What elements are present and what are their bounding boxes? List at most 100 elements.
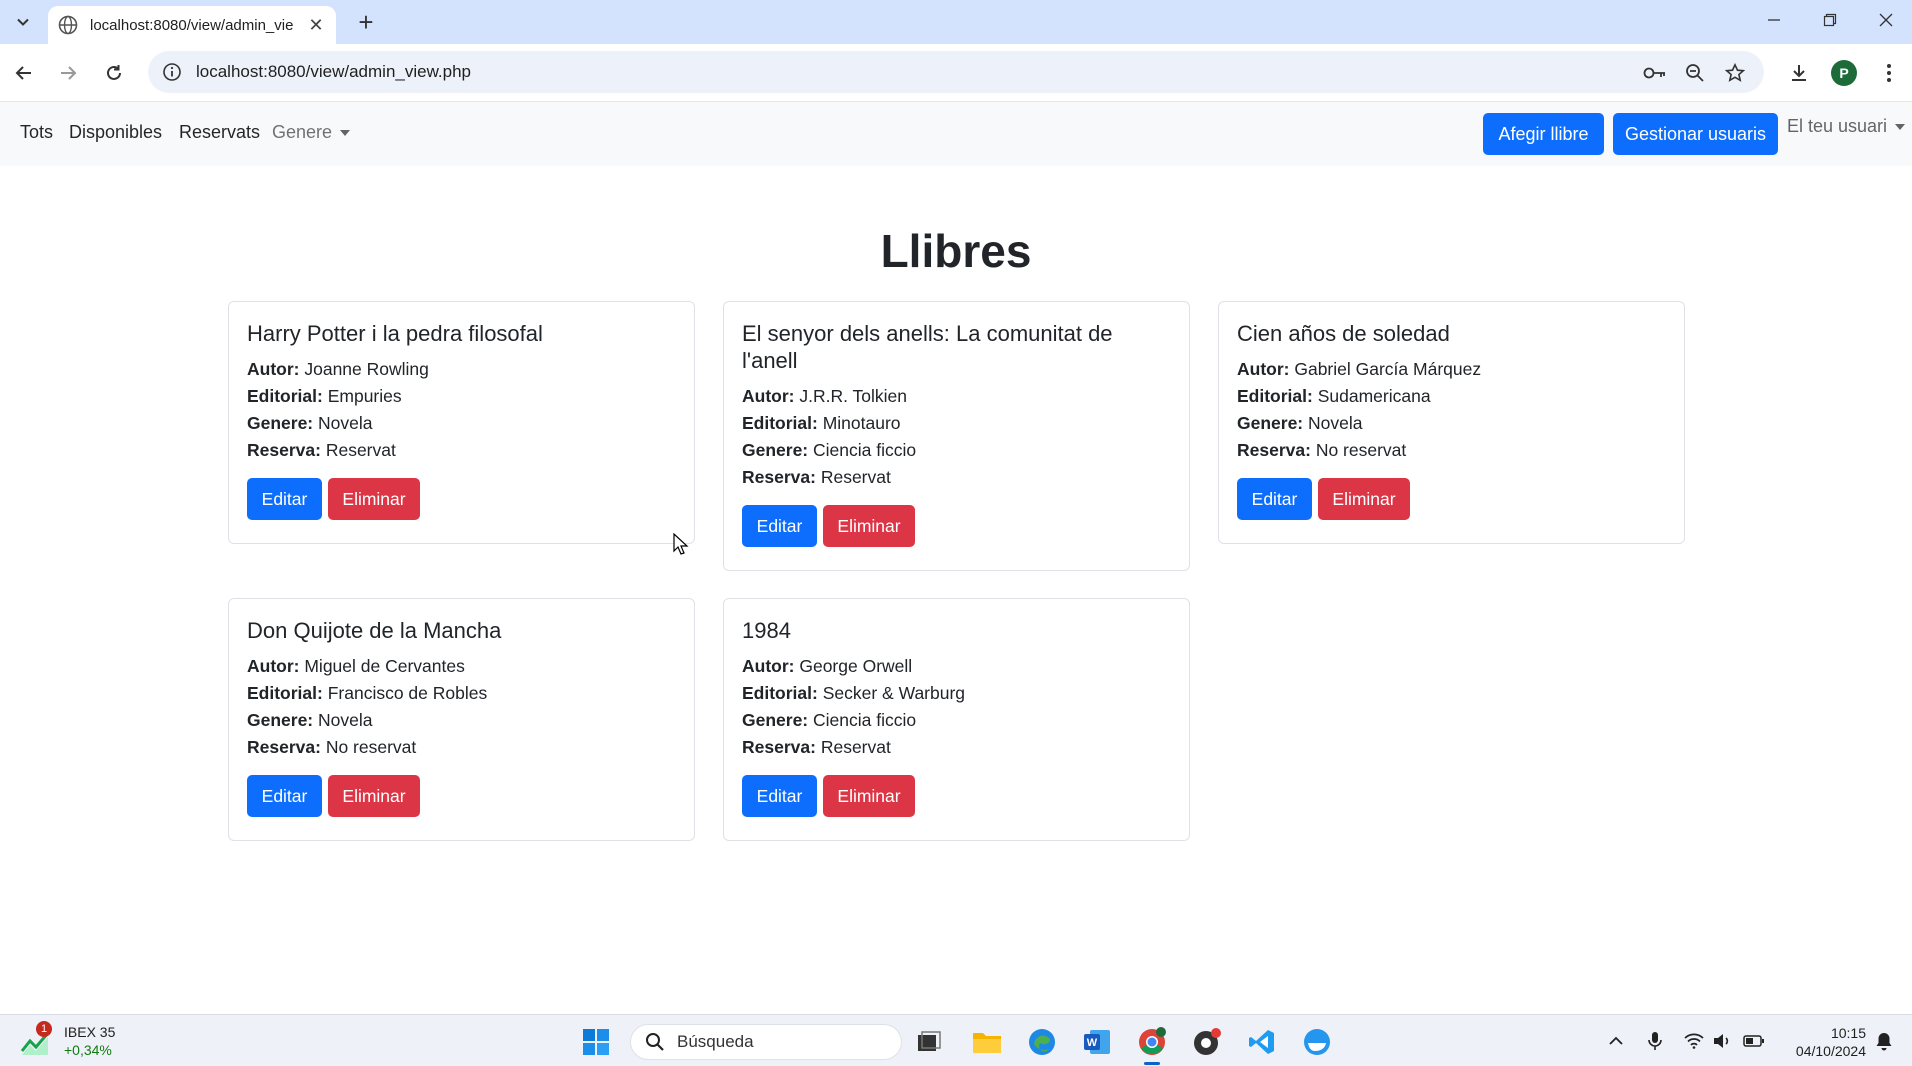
reload-icon bbox=[107, 65, 121, 80]
task-view-icon[interactable] bbox=[912, 1025, 946, 1059]
card-actions: Editar Eliminar bbox=[742, 775, 1171, 817]
book-reservation: Reservat bbox=[325, 440, 396, 460]
genre-label: Genere: bbox=[247, 413, 314, 433]
site-info-icon[interactable] bbox=[162, 62, 182, 82]
book-reservation: No reservat bbox=[325, 737, 417, 757]
card-actions: Editar Eliminar bbox=[247, 775, 676, 817]
book-reservation: Reservat bbox=[820, 467, 891, 487]
reservation-label: Reserva: bbox=[247, 737, 321, 757]
user-menu-dropdown[interactable]: El teu usuari bbox=[1787, 116, 1906, 137]
reservation-label: Reserva: bbox=[1237, 440, 1311, 460]
search-icon bbox=[646, 1033, 664, 1051]
profile-button[interactable]: P bbox=[1828, 57, 1860, 89]
edit-button[interactable]: Editar bbox=[247, 775, 322, 817]
nav-link-available[interactable]: Disponibles bbox=[69, 122, 162, 143]
author-label: Autor: bbox=[247, 359, 300, 379]
window-restore-button[interactable] bbox=[1802, 0, 1858, 40]
edit-button[interactable]: Editar bbox=[247, 478, 322, 520]
book-author-line: Autor: Joanne Rowling bbox=[247, 356, 676, 383]
book-publisher: Minotauro bbox=[822, 413, 901, 433]
genre-label: Genere: bbox=[247, 710, 314, 730]
vscode-icon[interactable] bbox=[1245, 1025, 1279, 1059]
browser-menu-button[interactable] bbox=[1873, 57, 1905, 89]
os-taskbar: 1 IBEX 35 +0,34% Búsqueda W 10:15 04/10/… bbox=[0, 1014, 1912, 1066]
system-clock[interactable]: 10:15 04/10/2024 bbox=[1786, 1024, 1866, 1060]
tab-search-button[interactable] bbox=[8, 7, 38, 37]
stock-widget[interactable]: 1 IBEX 35 +0,34% bbox=[20, 1021, 116, 1059]
delete-button[interactable]: Eliminar bbox=[328, 775, 420, 817]
book-publisher-line: Editorial: Francisco de Robles bbox=[247, 680, 676, 707]
word-app-icon[interactable]: W bbox=[1080, 1025, 1114, 1059]
add-book-button[interactable]: Afegir llibre bbox=[1483, 113, 1604, 155]
volume-icon[interactable] bbox=[1710, 1029, 1734, 1053]
delete-button[interactable]: Eliminar bbox=[823, 505, 915, 547]
author-label: Autor: bbox=[1237, 359, 1290, 379]
author-label: Autor: bbox=[247, 656, 300, 676]
battery-icon[interactable] bbox=[1742, 1029, 1766, 1053]
book-publisher: Francisco de Robles bbox=[327, 683, 488, 703]
start-menu-button[interactable] bbox=[579, 1025, 613, 1059]
delete-button[interactable]: Eliminar bbox=[1318, 478, 1410, 520]
nav-link-reserved[interactable]: Reservats bbox=[179, 122, 260, 143]
wifi-icon[interactable] bbox=[1682, 1029, 1706, 1053]
book-genre: Novela bbox=[318, 710, 373, 730]
mouse-cursor-icon bbox=[673, 533, 689, 555]
edit-button[interactable]: Editar bbox=[742, 505, 817, 547]
restore-icon bbox=[1823, 13, 1837, 27]
book-publisher-line: Editorial: Secker & Warburg bbox=[742, 680, 1171, 707]
downloads-button[interactable] bbox=[1783, 57, 1815, 89]
password-key-icon[interactable] bbox=[1642, 60, 1668, 86]
forward-button[interactable] bbox=[52, 57, 84, 89]
book-genre-line: Genere: Novela bbox=[247, 707, 676, 734]
minimize-icon bbox=[1768, 19, 1780, 21]
manage-users-button[interactable]: Gestionar usuaris bbox=[1613, 113, 1778, 155]
book-reservation: Reservat bbox=[820, 737, 891, 757]
reload-button[interactable] bbox=[98, 57, 130, 89]
clock-date: 04/10/2024 bbox=[1795, 1043, 1866, 1059]
taskbar-search-box[interactable]: Búsqueda bbox=[630, 1024, 902, 1060]
tab-close-icon[interactable]: ✕ bbox=[306, 15, 326, 36]
globe-icon bbox=[58, 15, 78, 35]
stock-chart-icon: 1 bbox=[20, 1021, 52, 1057]
nav-link-all[interactable]: Tots bbox=[20, 122, 53, 143]
notification-bell-icon[interactable] bbox=[1872, 1029, 1896, 1053]
new-tab-button[interactable]: + bbox=[350, 6, 382, 38]
chevron-down-icon bbox=[17, 18, 29, 26]
browser-tab-active[interactable]: localhost:8080/view/admin_vie ✕ bbox=[48, 6, 336, 44]
zoom-icon[interactable] bbox=[1682, 60, 1708, 86]
file-explorer-icon[interactable] bbox=[970, 1025, 1004, 1059]
address-bar[interactable]: localhost:8080/view/admin_view.php bbox=[148, 51, 1764, 93]
docker-app-icon[interactable] bbox=[1300, 1025, 1334, 1059]
reservation-label: Reserva: bbox=[742, 737, 816, 757]
window-close-button[interactable] bbox=[1858, 0, 1912, 40]
app-icon-dark[interactable] bbox=[1190, 1025, 1224, 1059]
edit-button[interactable]: Editar bbox=[1237, 478, 1312, 520]
edit-button[interactable]: Editar bbox=[742, 775, 817, 817]
svg-text:W: W bbox=[1087, 1037, 1098, 1049]
close-icon bbox=[1879, 13, 1893, 27]
microphone-icon[interactable] bbox=[1643, 1029, 1667, 1053]
back-button[interactable] bbox=[8, 57, 40, 89]
book-reservation: No reservat bbox=[1315, 440, 1407, 460]
window-minimize-button[interactable] bbox=[1746, 0, 1802, 40]
book-genre: Ciencia ficcio bbox=[813, 440, 917, 460]
delete-button[interactable]: Eliminar bbox=[823, 775, 915, 817]
book-author-line: Autor: Gabriel García Márquez bbox=[1237, 356, 1666, 383]
clock-time: 10:15 bbox=[1830, 1025, 1866, 1041]
book-author-line: Autor: J.R.R. Tolkien bbox=[742, 383, 1171, 410]
app-navbar: Tots Disponibles Reservats Genere Afegir… bbox=[0, 102, 1912, 166]
book-reservation-line: Reserva: Reservat bbox=[742, 734, 1171, 761]
delete-button[interactable]: Eliminar bbox=[328, 478, 420, 520]
reservation-label: Reserva: bbox=[742, 467, 816, 487]
address-url[interactable]: localhost:8080/view/admin_view.php bbox=[196, 62, 471, 82]
search-placeholder: Búsqueda bbox=[677, 1032, 754, 1051]
chrome-browser-icon[interactable] bbox=[1135, 1025, 1169, 1065]
genre-dropdown[interactable]: Genere bbox=[272, 122, 351, 143]
edge-browser-icon[interactable] bbox=[1025, 1025, 1059, 1059]
browser-tab-strip: localhost:8080/view/admin_vie ✕ + bbox=[0, 0, 1912, 44]
book-genre-line: Genere: Novela bbox=[247, 410, 676, 437]
widget-name: IBEX 35 bbox=[64, 1024, 116, 1040]
book-card: El senyor dels anells: La comunitat de l… bbox=[723, 301, 1190, 571]
bookmark-star-icon[interactable] bbox=[1722, 60, 1748, 86]
show-hidden-icons-button[interactable] bbox=[1604, 1029, 1628, 1053]
